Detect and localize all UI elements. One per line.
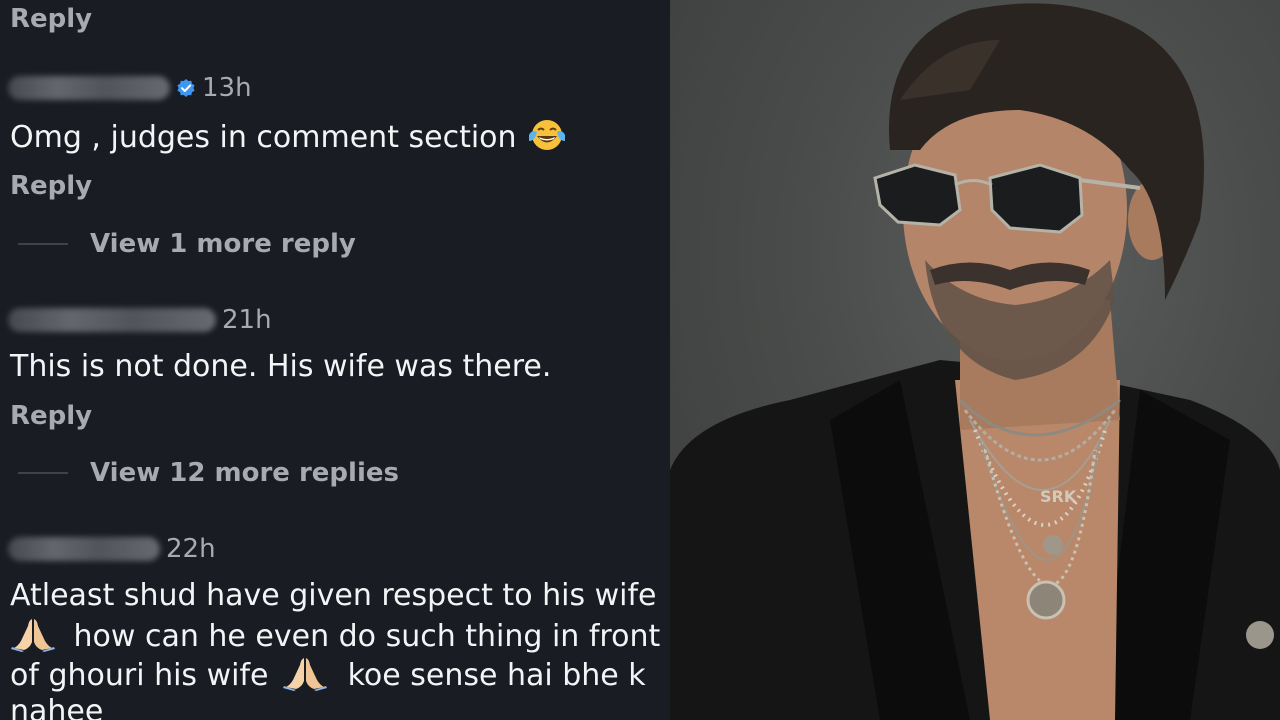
view-more-replies[interactable]: View 12 more replies [18,458,399,488]
comment-body-line: nahee [10,694,104,720]
verified-badge-icon [176,78,196,98]
comment-time: 13h [202,73,252,103]
comment-body-line-text: of ghouri his wife [10,658,269,693]
comment-body-line-text: koe sense hai bhe k [347,658,646,693]
blurred-username[interactable] [8,76,170,100]
reply-button[interactable]: Reply [10,4,92,34]
comment-body-line: of ghouri his wife koe sense hai bhe k [10,655,646,701]
portrait-illustration: SRK [670,3,1280,720]
divider-line [18,472,68,474]
screenshot-collage: Reply 13h Omg , judges in comment sectio… [0,0,1280,720]
comment-body-line-text: how can he even do such thing in front [73,619,661,654]
view-more-replies[interactable]: View 1 more reply [18,229,356,259]
small-pendant [1043,535,1063,555]
comment-time: 22h [166,534,216,564]
comment-body: Omg , judges in comment section [10,120,517,155]
comment-meta: 22h [8,533,216,565]
comment-body: This is not done. His wife was there. [10,349,552,384]
face-with-tears-of-joy-icon [526,117,568,163]
comment-meta: 13h [8,72,252,104]
comment-time: 21h [222,305,272,335]
view-more-label[interactable]: View 12 more replies [90,458,399,488]
view-more-label[interactable]: View 1 more reply [90,229,356,259]
divider-line [18,243,68,245]
blurred-username[interactable] [8,308,216,332]
medallion-pendant [1026,580,1066,620]
comment-body-line: Atleast shud have given respect to his w… [10,578,657,613]
blurred-username[interactable] [8,537,160,561]
portrait-photo: SRK [670,0,1280,720]
lapel-brooch [1246,621,1274,649]
comment-text: Omg , judges in comment section [10,117,568,163]
folded-hands-icon [282,655,328,701]
comment-meta: 21h [8,304,272,336]
reply-button[interactable]: Reply [10,171,92,201]
comment-thread: Reply 13h Omg , judges in comment sectio… [0,0,670,720]
reply-button[interactable]: Reply [10,401,92,431]
srk-pendant-text: SRK [1040,487,1077,506]
